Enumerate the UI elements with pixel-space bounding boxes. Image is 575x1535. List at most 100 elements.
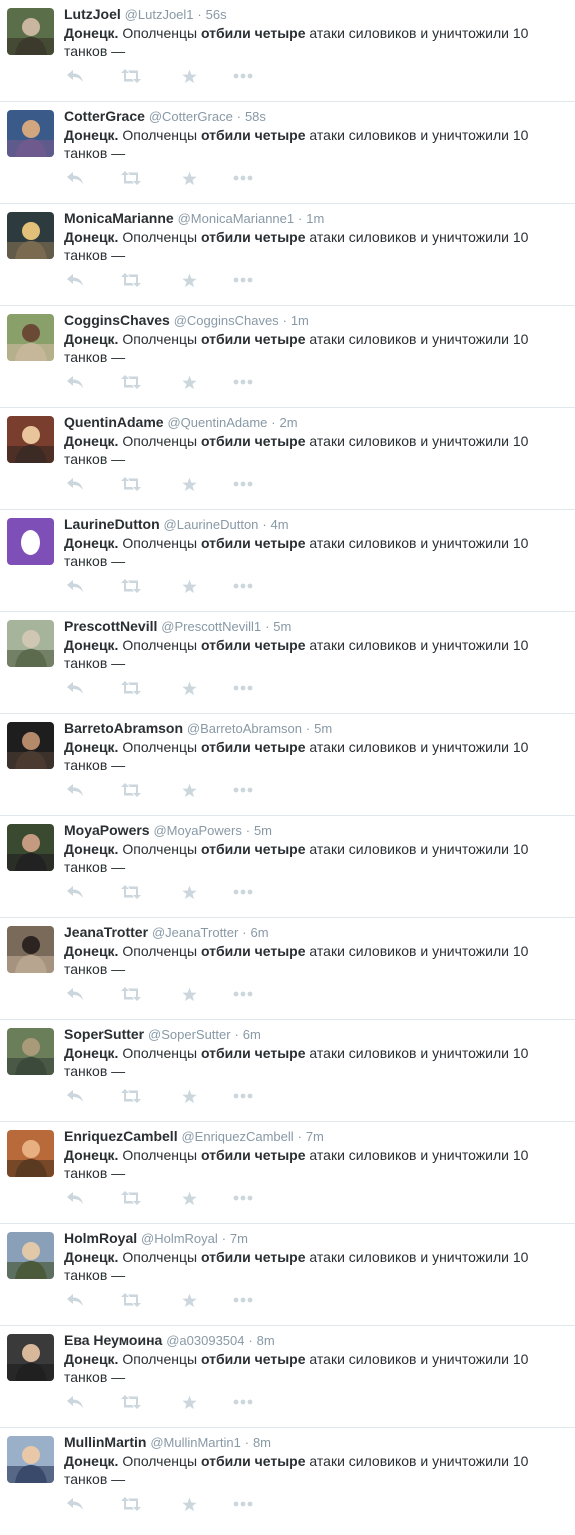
reply-button[interactable] — [64, 678, 86, 698]
tweet[interactable]: CotterGrace @CotterGrace · 58s Донецк. О… — [0, 102, 575, 204]
retweet-button[interactable] — [120, 984, 142, 1004]
tweet[interactable]: BarretoAbramson @BarretoAbramson · 5m До… — [0, 714, 575, 816]
more-button[interactable] — [232, 270, 254, 290]
tweet-timestamp[interactable]: 7m — [230, 1231, 248, 1246]
reply-button[interactable] — [64, 780, 86, 800]
user-fullname[interactable]: SoperSutter — [64, 1026, 144, 1042]
user-fullname[interactable]: CogginsChaves — [64, 312, 170, 328]
more-button[interactable] — [232, 780, 254, 800]
more-button[interactable] — [232, 474, 254, 494]
more-button[interactable] — [232, 1494, 254, 1514]
favorite-button[interactable] — [178, 1086, 200, 1106]
avatar[interactable] — [7, 1334, 54, 1381]
tweet-timestamp[interactable]: 6m — [250, 925, 268, 940]
user-handle[interactable]: @a03093504 — [166, 1333, 244, 1348]
favorite-button[interactable] — [178, 780, 200, 800]
more-button[interactable] — [232, 1086, 254, 1106]
user-fullname[interactable]: MullinMartin — [64, 1434, 146, 1450]
avatar[interactable] — [7, 110, 54, 157]
tweet-timestamp[interactable]: 1m — [306, 211, 324, 226]
user-handle[interactable]: @MonicaMarianne1 — [178, 211, 295, 226]
tweet-timestamp[interactable]: 1m — [291, 313, 309, 328]
tweet-timestamp[interactable]: 2m — [280, 415, 298, 430]
favorite-button[interactable] — [178, 576, 200, 596]
more-button[interactable] — [232, 984, 254, 1004]
reply-button[interactable] — [64, 1494, 86, 1514]
more-button[interactable] — [232, 1290, 254, 1310]
user-fullname[interactable]: MonicaMarianne — [64, 210, 174, 226]
favorite-button[interactable] — [178, 1188, 200, 1208]
tweet-timestamp[interactable]: 5m — [254, 823, 272, 838]
tweet[interactable]: MoyaPowers @MoyaPowers · 5m Донецк. Опол… — [0, 816, 575, 918]
tweet[interactable]: MullinMartin @MullinMartin1 · 8m Донецк.… — [0, 1428, 575, 1530]
reply-button[interactable] — [64, 984, 86, 1004]
tweet[interactable]: SoperSutter @SoperSutter · 6m Донецк. Оп… — [0, 1020, 575, 1122]
reply-button[interactable] — [64, 372, 86, 392]
reply-button[interactable] — [64, 168, 86, 188]
avatar[interactable] — [7, 314, 54, 361]
tweet-timestamp[interactable]: 5m — [314, 721, 332, 736]
favorite-button[interactable] — [178, 984, 200, 1004]
user-handle[interactable]: @MoyaPowers — [153, 823, 241, 838]
reply-button[interactable] — [64, 66, 86, 86]
user-handle[interactable]: @CogginsChaves — [174, 313, 279, 328]
tweet[interactable]: LutzJoel @LutzJoel1 · 56s Донецк. Ополче… — [0, 0, 575, 102]
tweet-timestamp[interactable]: 5m — [273, 619, 291, 634]
reply-button[interactable] — [64, 882, 86, 902]
retweet-button[interactable] — [120, 168, 142, 188]
avatar[interactable] — [7, 824, 54, 871]
avatar[interactable] — [7, 8, 54, 55]
favorite-button[interactable] — [178, 474, 200, 494]
user-fullname[interactable]: CotterGrace — [64, 108, 145, 124]
favorite-button[interactable] — [178, 1494, 200, 1514]
favorite-button[interactable] — [178, 168, 200, 188]
favorite-button[interactable] — [178, 1290, 200, 1310]
more-button[interactable] — [232, 168, 254, 188]
user-handle[interactable]: @SoperSutter — [148, 1027, 231, 1042]
retweet-button[interactable] — [120, 1290, 142, 1310]
user-fullname[interactable]: HolmRoyal — [64, 1230, 137, 1246]
user-handle[interactable]: @HolmRoyal — [141, 1231, 218, 1246]
user-fullname[interactable]: LutzJoel — [64, 6, 121, 22]
avatar[interactable] — [7, 1130, 54, 1177]
retweet-button[interactable] — [120, 780, 142, 800]
tweet[interactable]: PrescottNevill @PrescottNevill1 · 5m Дон… — [0, 612, 575, 714]
more-button[interactable] — [232, 678, 254, 698]
tweet-timestamp[interactable]: 8m — [257, 1333, 275, 1348]
tweet[interactable]: MonicaMarianne @MonicaMarianne1 · 1m Дон… — [0, 204, 575, 306]
more-button[interactable] — [232, 1392, 254, 1412]
retweet-button[interactable] — [120, 882, 142, 902]
tweet[interactable]: Ева Неумоина @a03093504 · 8m Донецк. Опо… — [0, 1326, 575, 1428]
more-button[interactable] — [232, 576, 254, 596]
avatar[interactable] — [7, 722, 54, 769]
more-button[interactable] — [232, 372, 254, 392]
favorite-button[interactable] — [178, 678, 200, 698]
retweet-button[interactable] — [120, 1188, 142, 1208]
avatar[interactable] — [7, 416, 54, 463]
avatar[interactable] — [7, 926, 54, 973]
user-fullname[interactable]: MoyaPowers — [64, 822, 150, 838]
user-fullname[interactable]: Ева Неумоина — [64, 1332, 162, 1348]
retweet-button[interactable] — [120, 1494, 142, 1514]
favorite-button[interactable] — [178, 372, 200, 392]
avatar[interactable] — [7, 1232, 54, 1279]
favorite-button[interactable] — [178, 1392, 200, 1412]
favorite-button[interactable] — [178, 882, 200, 902]
reply-button[interactable] — [64, 1290, 86, 1310]
reply-button[interactable] — [64, 1188, 86, 1208]
retweet-button[interactable] — [120, 66, 142, 86]
tweet[interactable]: QuentinAdame @QuentinAdame · 2m Донецк. … — [0, 408, 575, 510]
user-fullname[interactable]: JeanaTrotter — [64, 924, 148, 940]
reply-button[interactable] — [64, 576, 86, 596]
retweet-button[interactable] — [120, 1086, 142, 1106]
reply-button[interactable] — [64, 1086, 86, 1106]
favorite-button[interactable] — [178, 66, 200, 86]
tweet[interactable]: JeanaTrotter @JeanaTrotter · 6m Донецк. … — [0, 918, 575, 1020]
more-button[interactable] — [232, 882, 254, 902]
favorite-button[interactable] — [178, 270, 200, 290]
retweet-button[interactable] — [120, 270, 142, 290]
tweet[interactable]: CogginsChaves @CogginsChaves · 1m Донецк… — [0, 306, 575, 408]
reply-button[interactable] — [64, 1392, 86, 1412]
tweet-timestamp[interactable]: 4m — [271, 517, 289, 532]
user-handle[interactable]: @EnriquezCambell — [181, 1129, 293, 1144]
